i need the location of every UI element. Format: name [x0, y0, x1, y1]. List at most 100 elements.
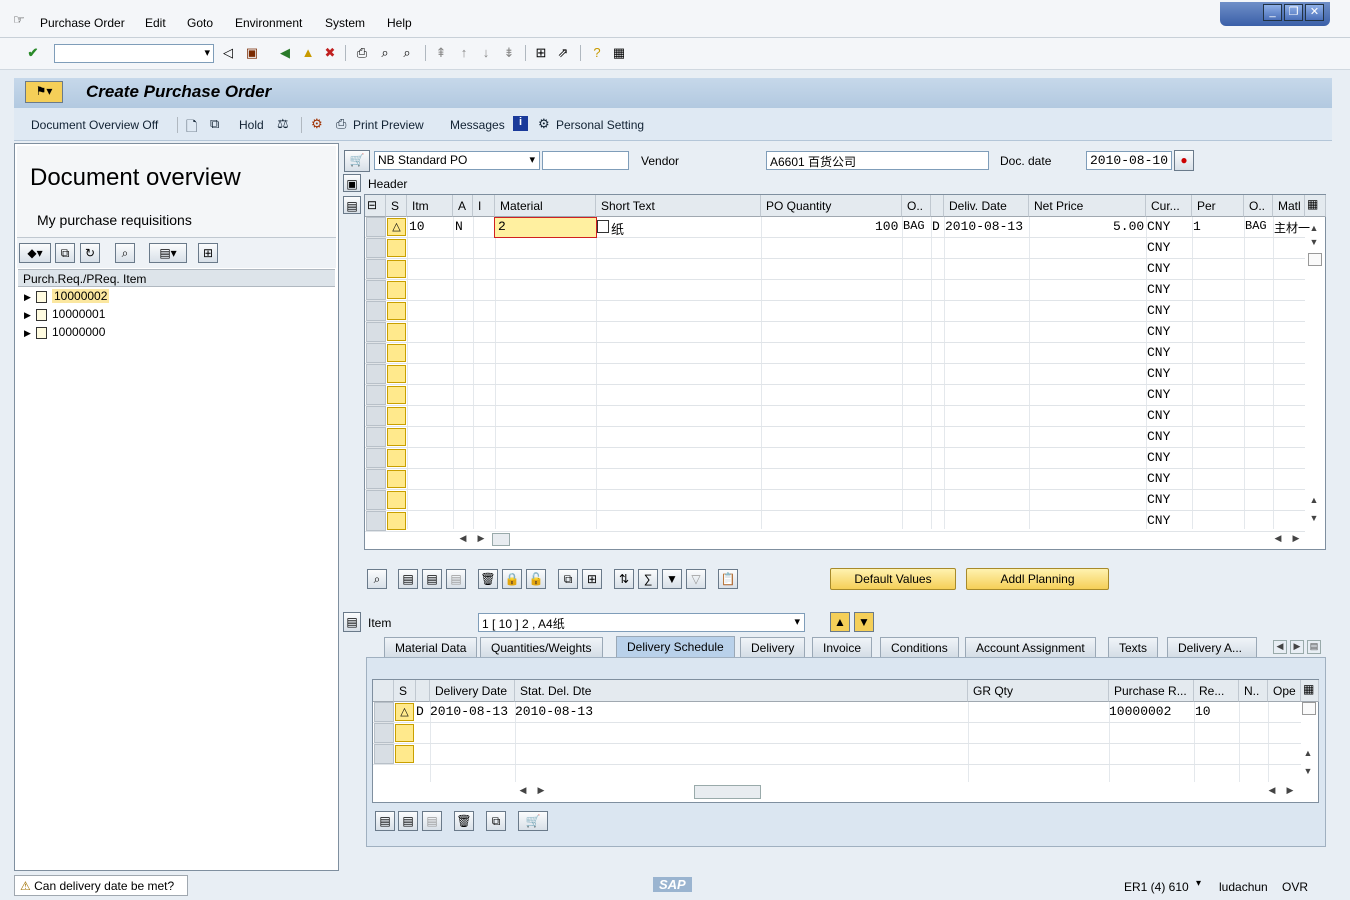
col-short-text[interactable]: Short Text	[596, 195, 761, 217]
col-net-price[interactable]: Net Price	[1029, 195, 1146, 217]
menu-purchase-order[interactable]: Purchase Order	[40, 16, 125, 30]
col-per[interactable]: Per	[1192, 195, 1244, 217]
cancel-icon[interactable]: ✖	[321, 44, 339, 62]
schedule-copy-icon[interactable]: ▤	[422, 811, 442, 831]
unlock-icon[interactable]: 🔓	[526, 569, 546, 589]
schedule-cart-icon[interactable]: 🛒	[518, 811, 548, 831]
table-row[interactable]: CNY	[365, 448, 1305, 469]
col-req-item[interactable]: Re...	[1194, 680, 1239, 702]
shortcut-icon[interactable]: ⇗	[554, 44, 572, 62]
next-item-icon[interactable]: ▼	[854, 612, 874, 632]
table-row[interactable]: CNY	[365, 343, 1305, 364]
table-row[interactable]: △ D 2010-08-13 2010-08-13 10000002 10	[373, 702, 1301, 723]
schedule-scroll-down-icon[interactable]: ▼	[1302, 766, 1314, 780]
material-input[interactable]: 2	[494, 217, 597, 238]
enter-icon[interactable]: ✔	[24, 44, 42, 62]
col-item[interactable]: Itm	[407, 195, 453, 217]
save-icon[interactable]: ▣	[243, 44, 261, 62]
tab-scroll-left-icon[interactable]: ◀	[1273, 640, 1287, 654]
row-selector[interactable]	[366, 322, 386, 342]
schedule-scroll-left-icon[interactable]: ◀	[517, 785, 529, 799]
row-selector[interactable]	[366, 259, 386, 279]
messages-icon[interactable]: ⚙	[311, 116, 323, 132]
schedule-scroll-right-end-icon[interactable]: ▶	[1284, 785, 1296, 799]
col-material[interactable]: Material	[495, 195, 596, 217]
filter-off-icon[interactable]: ▽	[686, 569, 706, 589]
scroll-left-end-icon[interactable]: ◀	[1272, 533, 1284, 547]
close-window-button[interactable]: ✕	[1305, 4, 1324, 21]
table-row[interactable]: CNY	[365, 406, 1305, 427]
row-selector[interactable]	[366, 364, 386, 384]
personal-setting-icon[interactable]: ⚙	[538, 116, 550, 132]
exit-icon[interactable]: ▲	[299, 44, 317, 62]
new-session-icon[interactable]: ⊞	[532, 44, 550, 62]
schedule-duplicate-icon[interactable]: ⧉	[486, 811, 506, 831]
col-matl-group[interactable]: Matl	[1273, 195, 1305, 217]
schedule-scroll-thumb[interactable]	[1302, 702, 1316, 715]
row-selector[interactable]	[366, 343, 386, 363]
schedule-column-config-icon[interactable]: ▦	[1301, 680, 1319, 702]
schedule-scroll-left-end-icon[interactable]: ◀	[1266, 785, 1278, 799]
menu-edit[interactable]: Edit	[145, 16, 166, 30]
col-delivery-date-sched[interactable]: Delivery Date	[430, 680, 515, 702]
command-field[interactable]	[54, 44, 214, 63]
next-page-icon[interactable]: ↓	[477, 44, 495, 62]
messages-button[interactable]: Messages	[450, 118, 505, 132]
find-icon[interactable]: ⌕	[376, 44, 394, 62]
other-document-icon[interactable]: ⧉	[210, 116, 219, 132]
schedule-delete-icon[interactable]: 🗑	[454, 811, 474, 831]
table-row[interactable]: CNY	[365, 364, 1305, 385]
tree-item[interactable]: ▶ 10000000	[24, 325, 105, 339]
schedule-scroll-right-icon[interactable]: ▶	[535, 785, 547, 799]
doc-date-field[interactable]: 2010-08-10	[1086, 151, 1172, 170]
row-selector[interactable]	[366, 238, 386, 258]
table-row[interactable]: CNY	[365, 259, 1305, 280]
col-open[interactable]: Ope	[1268, 680, 1301, 702]
tree-item[interactable]: ▶ 10000002	[24, 289, 110, 303]
col-cat[interactable]	[416, 680, 430, 702]
table-row[interactable]	[373, 744, 1301, 765]
table-settings-icon[interactable]: ⊟	[365, 195, 386, 217]
schedule-settings[interactable]	[373, 680, 394, 702]
row-selector[interactable]	[366, 469, 386, 489]
tab-scroll-right-icon[interactable]: ▶	[1290, 640, 1304, 654]
vendor-field[interactable]: A6601 百货公司	[766, 151, 989, 170]
tab-account-assignment[interactable]: Account Assignment	[965, 637, 1096, 657]
layout-icon[interactable]: ▤▾	[149, 243, 187, 263]
print-preview-button[interactable]: Print Preview	[353, 118, 424, 132]
table-row[interactable]: CNY	[365, 490, 1305, 511]
po-number-field[interactable]	[542, 151, 629, 170]
col-gr-qty[interactable]: GR Qty	[968, 680, 1109, 702]
table-row[interactable]: CNY	[365, 301, 1305, 322]
row-selector[interactable]	[366, 427, 386, 447]
print-preview-icon[interactable]: ⎙	[336, 116, 346, 132]
services-for-object-icon[interactable]: ⚑▾	[25, 81, 63, 103]
previous-item-icon[interactable]: ▲	[830, 612, 850, 632]
minimize-button[interactable]: _	[1263, 4, 1282, 21]
back-arrow-icon[interactable]: ◁	[219, 44, 237, 62]
back-icon[interactable]: ◀	[276, 44, 294, 62]
table-row[interactable]: CNY	[365, 385, 1305, 406]
menu-help[interactable]: Help	[387, 16, 412, 30]
col-category[interactable]	[931, 195, 944, 217]
paste-item-icon[interactable]: ⊞	[582, 569, 602, 589]
default-values-button[interactable]: Default Values	[830, 568, 956, 590]
menu-environment[interactable]: Environment	[235, 16, 302, 30]
table-row[interactable]	[373, 723, 1301, 744]
copy-item-icon[interactable]: ⧉	[558, 569, 578, 589]
scroll-up-icon[interactable]: ▲	[1308, 223, 1320, 237]
col-account[interactable]: A	[453, 195, 473, 217]
col-currency[interactable]: Cur...	[1146, 195, 1192, 217]
hold-button[interactable]: Hold	[239, 118, 264, 132]
tab-delivery-schedule[interactable]: Delivery Schedule	[616, 636, 735, 657]
tab-quantities-weights[interactable]: Quantities/Weights	[480, 637, 603, 657]
print-icon[interactable]: ⎙	[353, 44, 371, 62]
h-scroll-thumb[interactable]	[492, 533, 510, 546]
tab-delivery[interactable]: Delivery	[740, 637, 806, 657]
col-n[interactable]: N..	[1239, 680, 1268, 702]
col-status[interactable]: S	[386, 195, 407, 217]
col-purchase-req[interactable]: Purchase R...	[1109, 680, 1194, 702]
refresh-icon[interactable]: ↻	[80, 243, 100, 263]
col-order-price-unit[interactable]: O..	[1244, 195, 1273, 217]
insert-mode[interactable]: OVR	[1282, 880, 1308, 894]
